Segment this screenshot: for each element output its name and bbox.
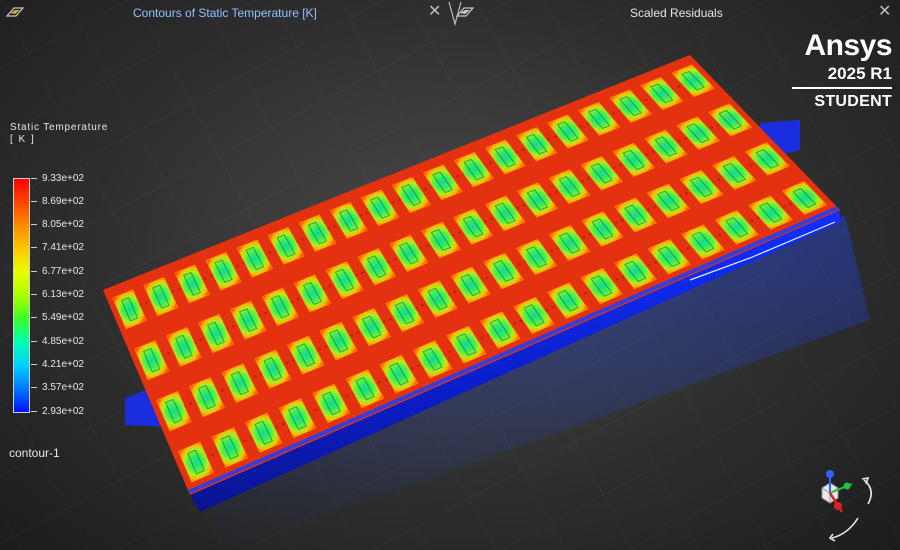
legend-tick: 8.69e+02 [31,195,84,207]
legend-title: Static Temperature [10,122,109,133]
legend-tick: 2.93e+02 [31,405,84,417]
graphics-viewport[interactable]: Contours of Static Temperature [K] ✕ Sca… [0,0,900,550]
legend-tick: 7.41e+02 [31,242,84,254]
legend-tick: 4.21e+02 [31,358,84,370]
legend-tick-mark [31,340,37,342]
brand-edition: STUDENT [814,93,892,110]
ansys-logo: Ansys 2025 R1 STUDENT [792,29,893,111]
contour-name: contour-1 [9,446,60,460]
legend-tick: 3.57e+02 [31,382,84,394]
legend-tick-mark [31,177,37,179]
brand-divider [792,87,892,89]
legend-tick: 6.77e+02 [31,265,84,277]
colormap-bar [13,178,30,413]
legend-tick-label: 9.33e+02 [42,172,84,184]
tab-title-contours: Contours of Static Temperature [K] [133,6,317,20]
legend-tick-label: 4.85e+02 [42,335,84,347]
legend-tick-mark [31,317,37,319]
colormap-legend[interactable]: Static Temperature [ K ] 9.33e+02 8.69e+0… [10,122,130,417]
brand-name: Ansys [804,29,892,62]
legend-tick: 4.85e+02 [31,335,84,347]
legend-tick-mark [31,247,37,249]
graphics-tab-bar: Contours of Static Temperature [K] ✕ Sca… [0,0,900,26]
legend-tick-label: 2.93e+02 [42,405,84,417]
legend-tick-mark [31,410,37,412]
colormap-ticks: 9.33e+02 8.69e+02 8.05e+02 7.41e+02 6.77e+02… [31,173,121,417]
brand-version: 2025 R1 [827,64,892,83]
legend-tick-mark [31,387,37,389]
legend-tick-label: 6.13e+02 [42,289,84,300]
legend-tick: 8.05e+02 [31,219,84,231]
legend-tick-label: 4.21e+02 [42,358,84,370]
legend-tick: 9.33e+02 [31,172,84,184]
legend-tick: 5.49e+02 [31,312,84,324]
legend-tick-label: 6.77e+02 [42,265,84,277]
legend-tick-label: 5.49e+02 [42,312,84,324]
tab-contours[interactable]: Contours of Static Temperature [K] ✕ [0,0,448,26]
close-icon[interactable]: ✕ [878,3,891,19]
legend-unit: [ K ] [10,134,36,145]
legend-tick-mark [31,224,37,226]
legend-tick-label: 3.57e+02 [42,382,84,394]
contour-scene [0,0,900,550]
tab-title-residuals: Scaled Residuals [630,6,723,20]
axis-triad-icon[interactable] [800,460,890,545]
graphics-window-icon [6,7,24,17]
legend-tick-label: 8.05e+02 [42,219,84,231]
tab-scaled-residuals[interactable]: Scaled Residuals ✕ [448,0,900,26]
legend-tick: 6.13e+02 [31,289,84,301]
legend-tick-label: 7.41e+02 [42,242,84,254]
legend-tick-mark [31,270,37,272]
legend-tick-mark [31,200,37,202]
legend-tick-mark [31,294,37,295]
graphics-window-icon [456,7,474,17]
close-icon[interactable]: ✕ [428,3,441,19]
legend-tick-mark [31,363,37,365]
legend-tick-label: 8.69e+02 [42,195,84,207]
